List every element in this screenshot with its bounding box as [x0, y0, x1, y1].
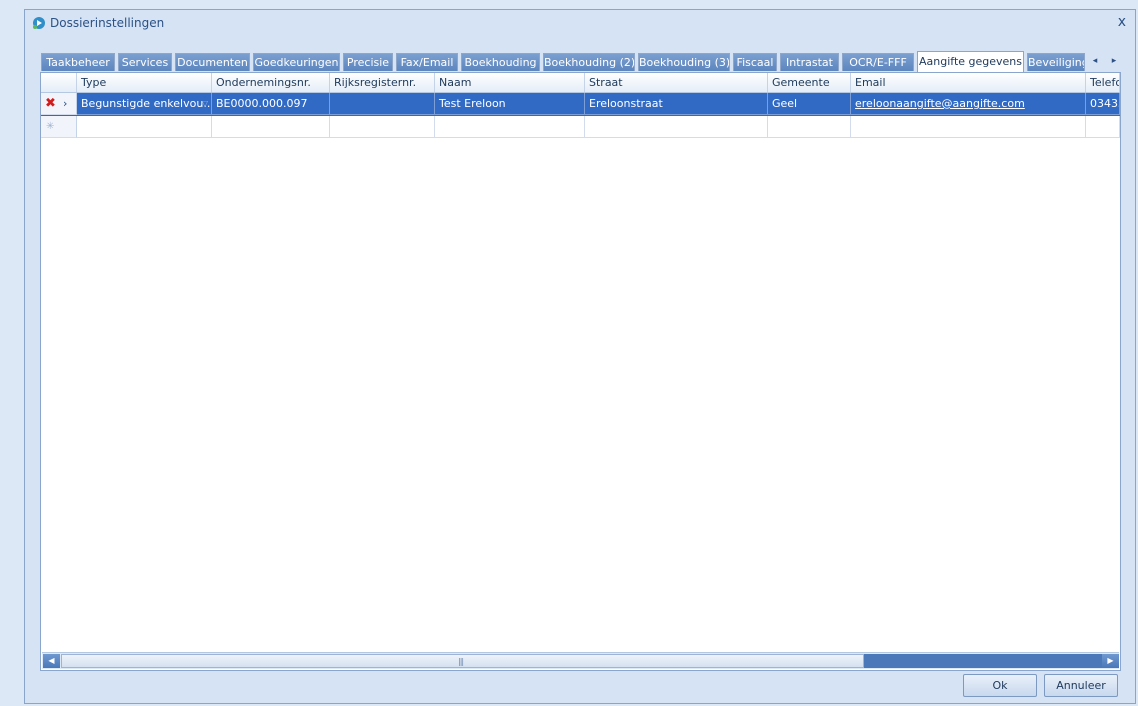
new-cell-gemeente[interactable]	[768, 116, 851, 138]
column-header-type[interactable]: Type	[77, 73, 212, 92]
data-grid[interactable]: Type Ondernemingsnr. Rijksregisternr. Na…	[41, 73, 1120, 648]
tab-content-panel: Type Ondernemingsnr. Rijksregisternr. Na…	[40, 72, 1121, 671]
scrollbar-grip-icon: |||	[458, 657, 464, 666]
tab-documenten[interactable]: Documenten	[175, 53, 250, 71]
tab-scroll-left-icon[interactable]: ◂	[1088, 54, 1102, 68]
horizontal-scrollbar[interactable]: ◀ ||| ▶	[42, 652, 1119, 669]
new-cell-straat[interactable]	[585, 116, 768, 138]
cell-email[interactable]: ereloonaangifte@aangifte.com	[851, 93, 1086, 115]
tab-boekhouding-3[interactable]: Boekhouding (3)	[638, 53, 730, 71]
cell-gemeente[interactable]: Geel	[768, 93, 851, 115]
column-header-telefoon[interactable]: Telefo	[1086, 73, 1120, 92]
tab-boekhouding-2[interactable]: Boekhouding (2)	[543, 53, 635, 71]
tab-boekhouding[interactable]: Boekhouding	[461, 53, 540, 71]
column-header-gemeente[interactable]: Gemeente	[768, 73, 851, 92]
window-title: Dossierinstellingen	[50, 16, 165, 30]
dialog-window: Dossierinstellingen x Taakbeheer Service…	[24, 9, 1136, 704]
tab-intrastat[interactable]: Intrastat	[780, 53, 839, 71]
scrollbar-thumb[interactable]: |||	[61, 654, 864, 668]
new-row-icon: ✳	[46, 121, 55, 132]
title-bar[interactable]: Dossierinstellingen x	[25, 10, 1135, 36]
tab-taakbeheer[interactable]: Taakbeheer	[41, 53, 115, 71]
column-header-naam[interactable]: Naam	[435, 73, 585, 92]
indicator-header	[41, 73, 77, 92]
chevron-down-icon[interactable]: ▽	[202, 93, 208, 114]
new-row[interactable]: ✳	[41, 116, 1120, 139]
cell-ondernemingsnr[interactable]: BE0000.000.097	[212, 93, 330, 115]
new-cell-naam[interactable]	[435, 116, 585, 138]
scroll-right-icon[interactable]: ▶	[1102, 654, 1119, 668]
grid-header: Type Ondernemingsnr. Rijksregisternr. Na…	[41, 73, 1120, 93]
delete-row-icon[interactable]: ✖	[45, 97, 56, 111]
cell-straat[interactable]: Ereloonstraat	[585, 93, 768, 115]
new-cell-telefoon[interactable]	[1086, 116, 1120, 138]
cell-type-value: Begunstigde enkelvou...	[81, 97, 212, 110]
new-cell-type[interactable]	[77, 116, 212, 138]
tab-services[interactable]: Services	[118, 53, 172, 71]
tab-fiscaal[interactable]: Fiscaal	[733, 53, 777, 71]
new-cell-email[interactable]	[851, 116, 1086, 138]
tab-strip: Taakbeheer Services Documenten Goedkeuri…	[41, 51, 1125, 72]
tab-fax-email[interactable]: Fax/Email	[396, 53, 458, 71]
tab-goedkeuringen[interactable]: Goedkeuringen	[253, 53, 340, 71]
close-icon[interactable]: x	[1118, 14, 1126, 30]
new-row-indicator: ✳	[41, 116, 77, 138]
cell-rijksregisternr[interactable]	[330, 93, 435, 115]
cell-type[interactable]: Begunstigde enkelvou... ▽	[77, 93, 212, 115]
new-cell-ondernemingsnr[interactable]	[212, 116, 330, 138]
dossier-app-icon	[33, 17, 45, 29]
column-header-email[interactable]: Email	[851, 73, 1086, 92]
scrollbar-track[interactable]	[864, 654, 1102, 668]
tab-scroll-right-icon[interactable]: ▸	[1107, 54, 1121, 68]
new-cell-rijksregisternr[interactable]	[330, 116, 435, 138]
ok-button[interactable]: Ok	[963, 674, 1037, 697]
column-header-rijksregisternr[interactable]: Rijksregisternr.	[330, 73, 435, 92]
tab-beveiliging[interactable]: Beveiliging	[1027, 53, 1085, 71]
scroll-left-icon[interactable]: ◀	[43, 654, 60, 668]
cell-naam[interactable]: Test Ereloon	[435, 93, 585, 115]
tab-precisie[interactable]: Precisie	[343, 53, 393, 71]
cell-telefoon[interactable]: 03435	[1086, 93, 1120, 115]
tab-aangifte-gegevens[interactable]: Aangifte gegevens	[917, 51, 1024, 72]
tab-ocr-e-fff[interactable]: OCR/E-FFF	[842, 53, 914, 71]
column-header-straat[interactable]: Straat	[585, 73, 768, 92]
table-row[interactable]: ✖ › Begunstigde enkelvou... ▽ BE0000.000…	[41, 93, 1120, 116]
current-row-icon: ›	[63, 97, 68, 110]
column-header-ondernemingsnr[interactable]: Ondernemingsnr.	[212, 73, 330, 92]
row-indicator: ✖ ›	[41, 93, 77, 115]
cancel-button[interactable]: Annuleer	[1044, 674, 1118, 697]
